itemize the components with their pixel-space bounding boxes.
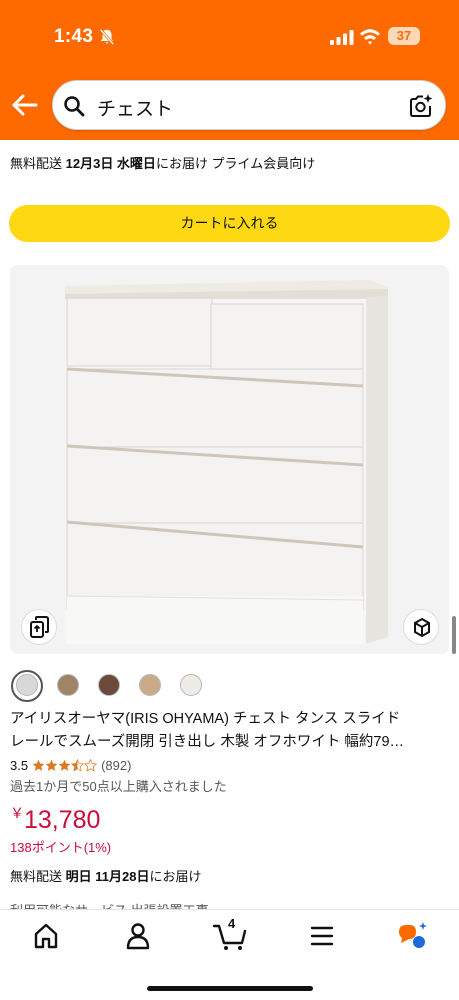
3d-view-icon [414, 617, 430, 638]
star-full-icon [32, 759, 45, 771]
back-arrow-icon[interactable] [10, 90, 40, 120]
star-full-icon [58, 759, 71, 771]
rating-stars [32, 759, 98, 772]
rating-value: 3.5 [10, 758, 29, 773]
price-value: 13,780 [24, 806, 101, 834]
search-icon [64, 96, 85, 117]
star-full-icon [45, 759, 58, 771]
product-title[interactable]: アイリスオーヤマ(IRIS OHYAMA) チェスト タンス スライド レールで… [10, 708, 452, 754]
view-3d-button[interactable] [403, 609, 439, 645]
cart-count: 4 [228, 916, 236, 931]
delivery-info-bottom: 無料配送 明日 11月28日にお届け [10, 866, 201, 885]
color-swatch[interactable] [139, 674, 161, 696]
bottom-nav: 4 [0, 909, 459, 1000]
share-button[interactable] [21, 609, 57, 645]
price: ￥13,780 [10, 803, 100, 835]
status-time: 1:43 [54, 26, 94, 47]
wifi-icon [360, 29, 380, 45]
star-half-icon [71, 759, 85, 772]
menu-icon[interactable] [302, 920, 342, 952]
search-bar[interactable]: チェスト [52, 80, 446, 130]
add-to-cart-button[interactable]: カートに入れる [9, 205, 450, 242]
share-icon [30, 616, 49, 638]
color-swatch[interactable] [57, 674, 79, 696]
rating-row[interactable]: 3.5 (892) [10, 758, 131, 773]
points-info: 138ポイント(1%) [10, 840, 112, 855]
home-indicator [147, 986, 313, 991]
delivery-date: 明日 11月28日 [65, 869, 150, 884]
purchase-stat: 過去1か月で50点以上購入されました [10, 779, 227, 794]
signal-icon [330, 30, 354, 45]
product-title-line: アイリスオーヤマ(IRIS OHYAMA) チェスト タンス スライド [10, 711, 401, 727]
product-image[interactable] [10, 265, 449, 654]
color-swatch[interactable] [98, 674, 120, 696]
delivery-info: 無料配送 12月3日 水曜日にお届け プライム会員向け [10, 153, 315, 172]
delivery-prefix: 無料配送 [10, 869, 66, 884]
rating-count: (892) [101, 758, 132, 773]
search-input[interactable]: チェスト [97, 94, 173, 121]
price-currency: ￥ [10, 805, 24, 821]
account-icon[interactable] [118, 920, 158, 952]
battery-level: 37 [396, 28, 412, 43]
star-empty-icon [84, 759, 98, 772]
home-icon[interactable] [26, 920, 66, 952]
rufus-ai-icon[interactable] [392, 920, 432, 952]
product-title-line: レールでスムーズ開閉 引き出し 木製 オフホワイト 幅約79… [10, 734, 405, 750]
delivery-suffix: にお届け [149, 869, 202, 884]
status-bar: 1:43 37 [0, 0, 459, 70]
chest-illustration [10, 265, 449, 654]
camera-search-icon[interactable] [407, 92, 435, 120]
color-swatch[interactable] [180, 674, 202, 696]
bell-off-icon [99, 28, 115, 46]
image-scroll-indicator [452, 616, 456, 654]
partially-hidden-text: 利用可能なサービス 出張設置工事 [10, 900, 209, 909]
app-header: 1:43 37 チェスト [0, 0, 459, 140]
color-swatch[interactable] [16, 674, 38, 696]
delivery-prefix: 無料配送 [10, 156, 66, 171]
delivery-suffix: にお届け プライム会員向け [155, 156, 316, 171]
battery-icon: 37 [388, 27, 420, 45]
cart-nav-button[interactable]: 4 [210, 916, 250, 952]
delivery-date: 12月3日 水曜日 [65, 156, 156, 171]
